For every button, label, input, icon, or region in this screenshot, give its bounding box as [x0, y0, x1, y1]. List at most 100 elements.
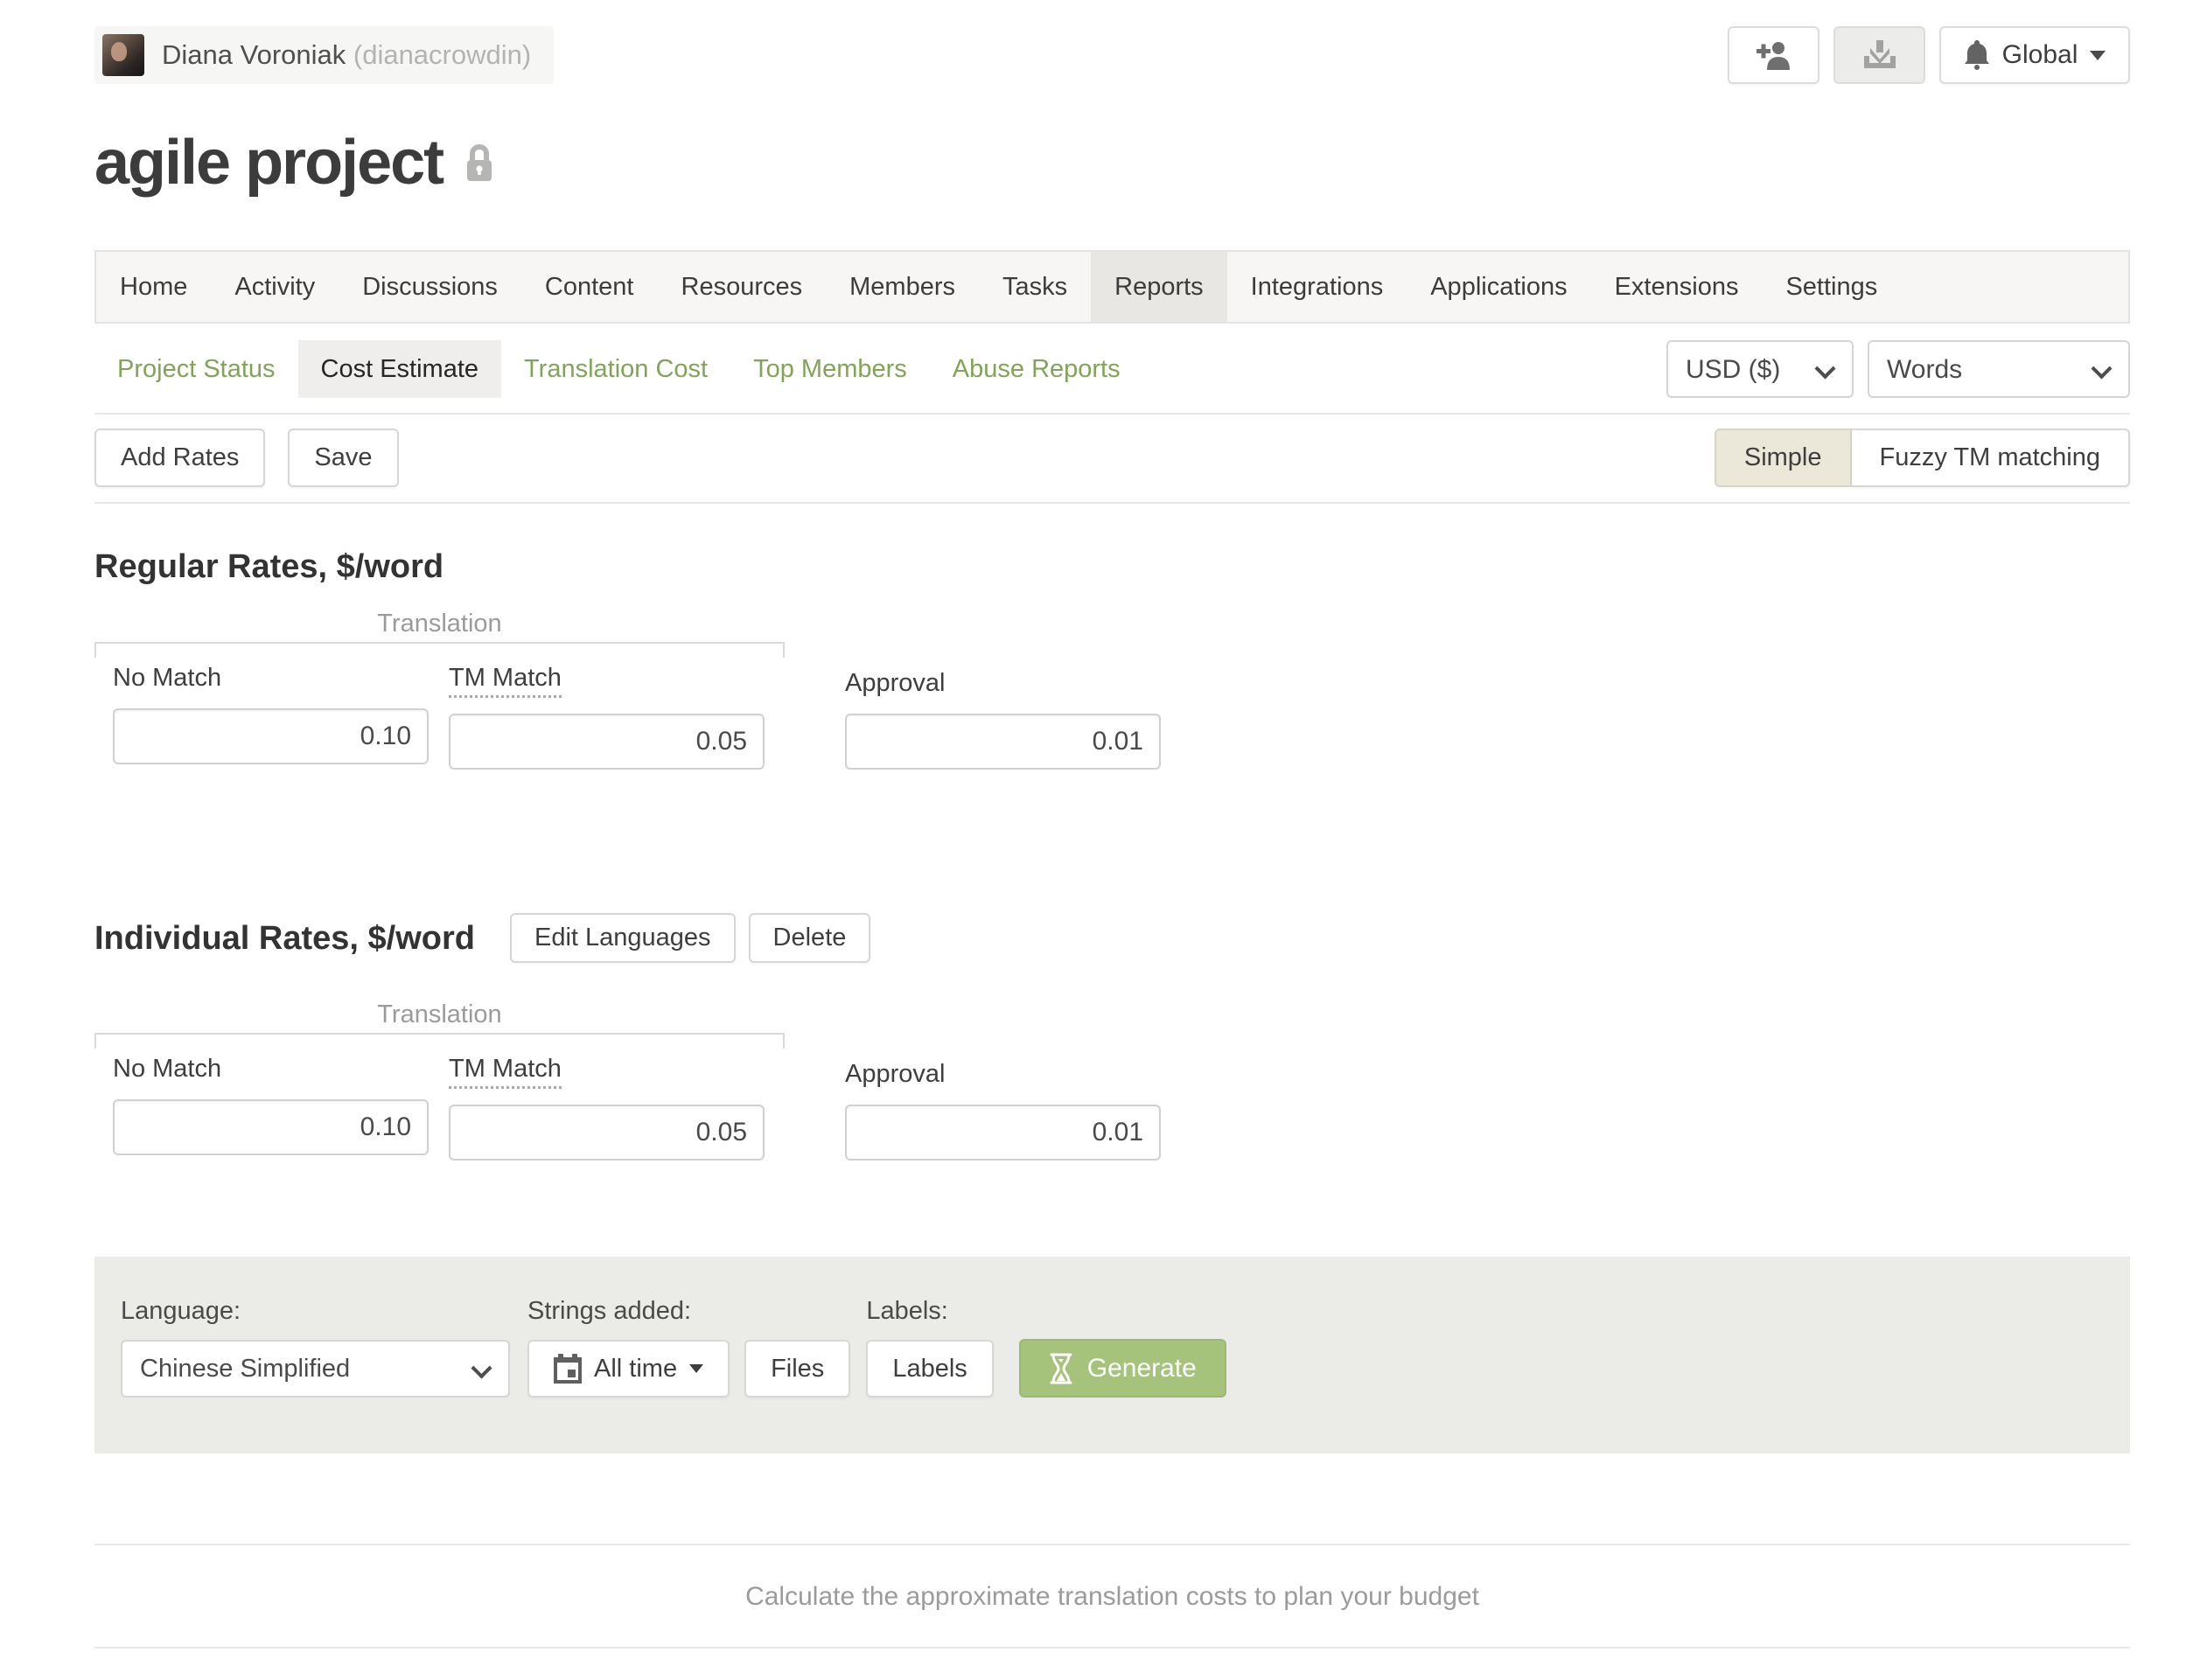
- translation-group-label: Translation: [94, 1001, 785, 1033]
- reports-subnav: Project Status Cost Estimate Translation…: [94, 340, 2130, 398]
- tab-applications[interactable]: Applications: [1407, 252, 1590, 322]
- add-person-button[interactable]: [1728, 26, 1819, 84]
- footer-note: Calculate the approximate translation co…: [94, 1582, 2130, 1612]
- no-match-input[interactable]: [113, 708, 429, 764]
- tab-settings[interactable]: Settings: [1762, 252, 1901, 322]
- no-match-column: No Match: [113, 1055, 429, 1161]
- page-title: agile project: [94, 124, 443, 201]
- strings-added-label: Strings added:: [527, 1297, 850, 1326]
- group-border: [94, 642, 785, 658]
- subnav-abuse-reports[interactable]: Abuse Reports: [930, 340, 1143, 398]
- period-button[interactable]: All time: [527, 1340, 730, 1398]
- tab-reports[interactable]: Reports: [1091, 252, 1227, 322]
- translation-group-label: Translation: [94, 610, 785, 642]
- approval-column: Approval: [845, 669, 1161, 770]
- user-chip[interactable]: Diana Voroniak (dianacrowdin): [94, 26, 554, 84]
- lock-icon: [464, 143, 495, 183]
- generate-button[interactable]: Generate: [1019, 1339, 1226, 1398]
- tm-match-label: TM Match: [449, 1055, 562, 1089]
- mode-fuzzy-button[interactable]: Fuzzy TM matching: [1852, 429, 2130, 487]
- approval-label: Approval: [845, 669, 945, 698]
- strings-added-group: Strings added: All time Files: [527, 1297, 850, 1398]
- download-report-button[interactable]: [1833, 26, 1925, 84]
- language-label: Language:: [121, 1297, 510, 1326]
- labels-filter-button[interactable]: Labels: [866, 1340, 993, 1398]
- user-name: Diana Voroniak (dianacrowdin): [162, 39, 531, 71]
- subnav-project-status[interactable]: Project Status: [94, 340, 298, 398]
- edit-languages-button[interactable]: Edit Languages: [510, 913, 736, 963]
- currency-select[interactable]: USD ($): [1666, 340, 1854, 398]
- divider: [94, 1647, 2130, 1649]
- mode-simple-button[interactable]: Simple: [1715, 429, 1852, 487]
- files-filter-button[interactable]: Files: [744, 1340, 850, 1398]
- notifications-label: Global: [2002, 40, 2078, 70]
- labels-group: Labels: Labels: [866, 1297, 993, 1398]
- divider: [94, 502, 2130, 504]
- calendar-icon: [554, 1354, 582, 1384]
- delete-button[interactable]: Delete: [749, 913, 871, 963]
- user-handle: (dianacrowdin): [353, 39, 531, 70]
- tab-resources[interactable]: Resources: [658, 252, 827, 322]
- chevron-down-icon: [689, 1364, 703, 1373]
- add-rates-button[interactable]: Add Rates: [94, 429, 265, 487]
- approval-input[interactable]: [845, 1105, 1161, 1161]
- subnav-cost-estimate[interactable]: Cost Estimate: [298, 340, 502, 398]
- tm-match-input[interactable]: [449, 714, 765, 770]
- download-tray-icon: [1862, 40, 1897, 70]
- page: Diana Voroniak (dianacrowdin): [0, 26, 2200, 1649]
- divider: [94, 413, 2130, 415]
- notifications-button[interactable]: Global: [1939, 26, 2130, 84]
- units-select[interactable]: Words: [1868, 340, 2130, 398]
- period-value: All time: [594, 1355, 677, 1384]
- avatar: [102, 34, 144, 76]
- approval-column: Approval: [845, 1060, 1161, 1161]
- tab-tasks[interactable]: Tasks: [979, 252, 1091, 322]
- labels-label: Labels:: [866, 1297, 993, 1326]
- mode-toggle: Simple Fuzzy TM matching: [1715, 429, 2130, 487]
- approval-input[interactable]: [845, 714, 1161, 770]
- rates-toolbar: Add Rates Save Simple Fuzzy TM matching: [94, 429, 2130, 487]
- tab-members[interactable]: Members: [826, 252, 979, 322]
- add-person-icon: [1757, 40, 1791, 70]
- tab-content[interactable]: Content: [521, 252, 658, 322]
- no-match-label: No Match: [113, 1055, 221, 1084]
- tab-discussions[interactable]: Discussions: [339, 252, 521, 322]
- bell-icon: [1964, 40, 1990, 70]
- top-bar: Diana Voroniak (dianacrowdin): [94, 26, 2130, 84]
- hourglass-icon: [1049, 1352, 1073, 1385]
- individual-rates-row: Translation No Match TM Match Approval: [94, 1001, 2130, 1161]
- subnav-translation-cost[interactable]: Translation Cost: [501, 340, 730, 398]
- tab-integrations[interactable]: Integrations: [1227, 252, 1407, 322]
- tm-match-column: TM Match: [449, 664, 765, 770]
- title-row: agile project: [94, 124, 2130, 201]
- save-button[interactable]: Save: [288, 429, 398, 487]
- tm-match-label: TM Match: [449, 664, 562, 698]
- tab-extensions[interactable]: Extensions: [1591, 252, 1763, 322]
- no-match-input[interactable]: [113, 1099, 429, 1155]
- individual-rates-header: Individual Rates, $/word Edit Languages …: [94, 913, 2130, 963]
- language-group: Language: Chinese Simplified: [121, 1297, 510, 1398]
- tab-home[interactable]: Home: [96, 252, 211, 322]
- report-settings: USD ($) Words: [1666, 340, 2130, 398]
- translation-group: Translation No Match TM Match: [94, 1001, 785, 1161]
- generate-report-panel: Language: Chinese Simplified Strings add…: [94, 1257, 2130, 1453]
- approval-label: Approval: [845, 1060, 945, 1089]
- regular-rates-header: Regular Rates, $/word: [94, 547, 2130, 586]
- reports-subnav-items: Project Status Cost Estimate Translation…: [94, 340, 1143, 398]
- user-full-name: Diana Voroniak: [162, 39, 346, 70]
- subnav-top-members[interactable]: Top Members: [730, 340, 930, 398]
- tab-activity[interactable]: Activity: [211, 252, 339, 322]
- no-match-label: No Match: [113, 664, 221, 693]
- tm-match-column: TM Match: [449, 1055, 765, 1161]
- regular-rates-title: Regular Rates, $/word: [94, 547, 443, 586]
- translation-group: Translation No Match TM Match: [94, 610, 785, 770]
- tm-match-input[interactable]: [449, 1105, 765, 1161]
- regular-rates-row: Translation No Match TM Match Approval: [94, 610, 2130, 770]
- divider: [94, 1544, 2130, 1545]
- chevron-down-icon: [2090, 51, 2106, 60]
- project-tab-bar: Home Activity Discussions Content Resour…: [94, 250, 2130, 324]
- language-select[interactable]: Chinese Simplified: [121, 1340, 510, 1398]
- group-border: [94, 1033, 785, 1049]
- individual-rates-title: Individual Rates, $/word: [94, 919, 475, 958]
- generate-label: Generate: [1087, 1354, 1197, 1384]
